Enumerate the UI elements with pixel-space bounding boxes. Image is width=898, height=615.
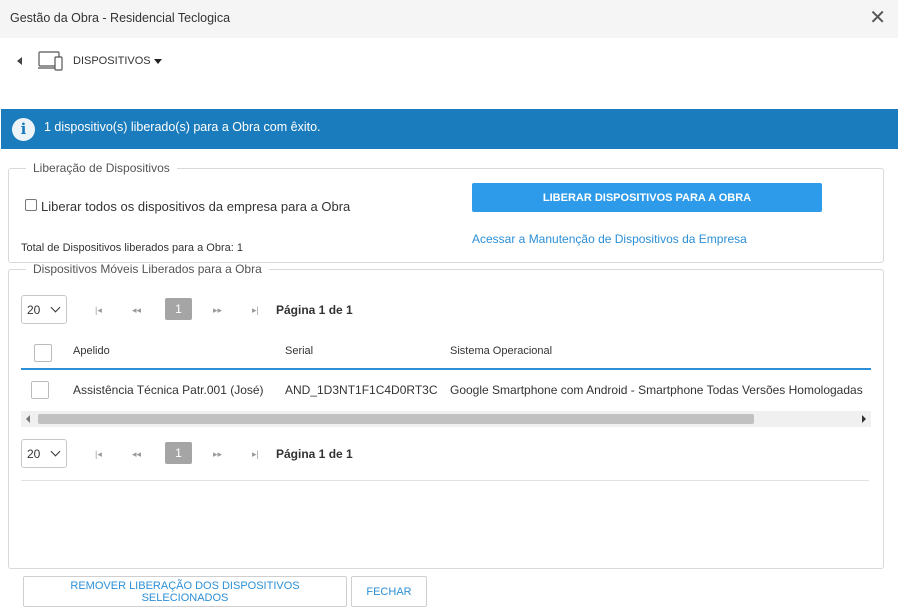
page-size-select[interactable]: 20 xyxy=(21,295,67,324)
breadcrumb-label[interactable]: DISPOSITIVOS xyxy=(73,55,151,67)
column-header-apelido[interactable]: Apelido xyxy=(73,345,110,357)
row-checkbox[interactable] xyxy=(31,381,49,399)
first-page-icon[interactable]: |◂ xyxy=(95,305,102,316)
release-devices-button[interactable]: LIBERAR DISPOSITIVOS PARA A OBRA xyxy=(472,183,822,212)
prev-page-icon[interactable]: ◂◂ xyxy=(132,449,141,460)
release-all-checkbox[interactable] xyxy=(25,199,37,211)
column-header-sistema[interactable]: Sistema Operacional xyxy=(450,345,552,357)
current-page-button[interactable]: 1 xyxy=(165,442,192,464)
horizontal-scrollbar[interactable] xyxy=(21,411,871,427)
release-all-label[interactable]: Liberar todos os dispositivos da empresa… xyxy=(41,199,350,214)
divider xyxy=(21,480,869,481)
last-page-icon[interactable]: ▸| xyxy=(252,449,259,460)
select-all-checkbox[interactable] xyxy=(34,344,52,362)
alert-message: 1 dispositivo(s) liberado(s) para a Obra… xyxy=(44,120,321,134)
first-page-icon[interactable]: |◂ xyxy=(95,449,102,460)
page-info: Página 1 de 1 xyxy=(276,303,353,317)
current-page-button[interactable]: 1 xyxy=(165,298,192,320)
info-icon: i xyxy=(12,118,35,141)
devices-icon xyxy=(38,51,63,71)
window-title: Gestão da Obra - Residencial Teclogica xyxy=(10,11,231,25)
chevron-down-icon[interactable] xyxy=(154,59,162,64)
close-button[interactable]: FECHAR xyxy=(351,576,427,607)
prev-page-icon[interactable]: ◂◂ xyxy=(132,305,141,316)
page-info-bottom: Página 1 de 1 xyxy=(276,447,353,461)
column-header-serial[interactable]: Serial xyxy=(285,345,313,357)
next-page-icon[interactable]: ▸▸ xyxy=(213,449,222,460)
chevron-down-icon xyxy=(50,446,61,457)
next-page-icon[interactable]: ▸▸ xyxy=(213,305,222,316)
row-apelido: Assistência Técnica Patr.001 (José) xyxy=(73,383,264,397)
devices-legend: Dispositivos Móveis Liberados para a Obr… xyxy=(33,262,262,276)
header-divider xyxy=(21,368,871,370)
remove-release-button[interactable]: REMOVER LIBERAÇÃO DOS DISPOSITIVOS SELEC… xyxy=(23,576,347,607)
back-arrow-icon[interactable] xyxy=(17,57,22,65)
manage-devices-link[interactable]: Acessar a Manutenção de Dispositivos da … xyxy=(472,232,747,246)
row-sistema: Google Smartphone com Android - Smartpho… xyxy=(450,383,863,397)
chevron-down-icon xyxy=(50,302,61,313)
page-size-select-bottom[interactable]: 20 xyxy=(21,439,67,468)
scroll-thumb xyxy=(38,414,754,424)
last-page-icon[interactable]: ▸| xyxy=(252,305,259,316)
row-serial: AND_1D3NT1F1C4D0RT3C xyxy=(285,383,438,397)
scroll-right-icon xyxy=(862,415,866,423)
close-icon[interactable]: ✕ xyxy=(869,8,886,28)
release-legend: Liberação de Dispositivos xyxy=(33,161,170,175)
total-released-text: Total de Dispositivos liberados para a O… xyxy=(21,242,243,254)
scroll-left-icon xyxy=(26,415,30,423)
success-alert: i 1 dispositivo(s) liberado(s) para a Ob… xyxy=(1,109,898,149)
